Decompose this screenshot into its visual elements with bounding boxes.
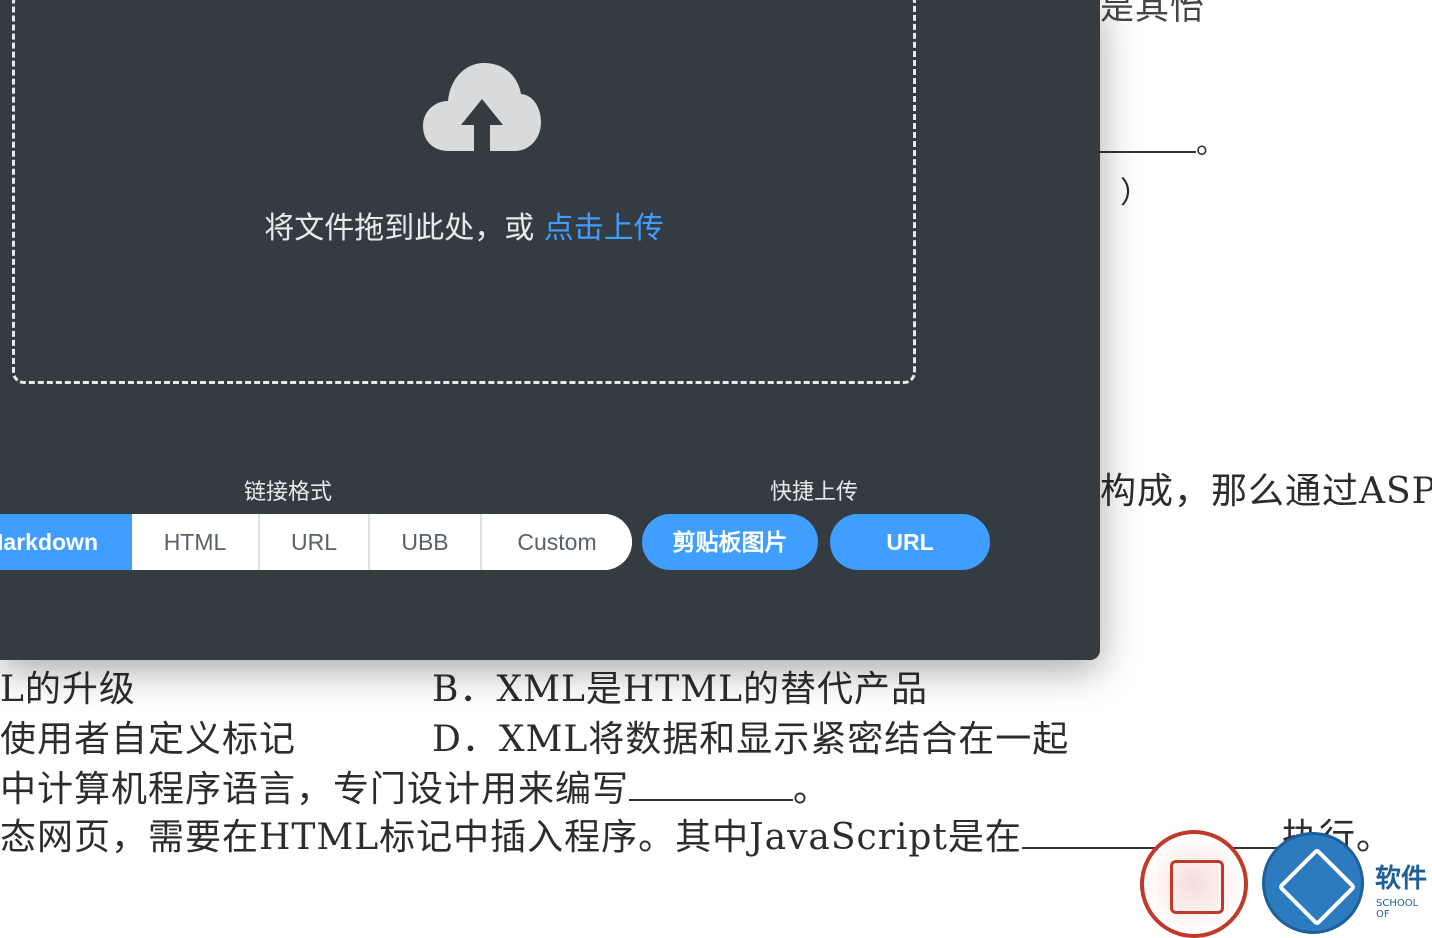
doc-row-5-left: L的升级 [0,669,136,710]
school-logo-text: 软件 [1375,864,1428,894]
doc-row-6-left: 使用者自定义标记 [0,719,297,760]
doc-row-6-right: D．XML将数据和显示紧密结合在一起 [432,719,1070,760]
quick-upload-label: 快捷上传 [770,480,859,505]
doc-row-1: 是其怡 [1100,0,1205,28]
drop-instructions: 将文件拖到此处，或 点击上传 [15,203,913,247]
url-upload-button[interactable]: URL [830,514,990,570]
format-markdown-button[interactable]: Markdown [0,514,132,570]
doc-row-2: 。 [1100,118,1227,162]
school-logo [1262,832,1364,934]
drop-zone[interactable]: 将文件拖到此处，或 点击上传 [12,0,916,384]
link-format-selector: Markdown HTML URL UBB Custom [0,514,632,570]
format-custom-button[interactable]: Custom [482,514,632,570]
doc-row-4: 构成，那么通过ASP [1100,471,1432,512]
drop-text: 将文件拖到此处，或 [264,211,535,246]
doc-row-3: ） [1120,176,1151,211]
cloud-upload-icon [423,63,541,151]
doc-row-5-right: B．XML是HTML的替代产品 [432,669,929,710]
university-seal-logo [1140,830,1248,938]
format-html-button[interactable]: HTML [132,514,260,570]
click-upload-link[interactable]: 点击上传 [544,211,664,246]
link-format-label: 链接格式 [244,480,333,505]
format-ubb-button[interactable]: UBB [370,514,482,570]
school-logo-subtext: SCHOOL OF [1376,898,1419,920]
doc-row-7: 中计算机程序语言，专门设计用来编写。 [0,760,830,812]
clipboard-image-button[interactable]: 剪贴板图片 [642,514,818,570]
upload-panel: 将文件拖到此处，或 点击上传 链接格式 快捷上传 Markdown HTML U… [0,0,1100,660]
format-url-button[interactable]: URL [260,514,370,570]
